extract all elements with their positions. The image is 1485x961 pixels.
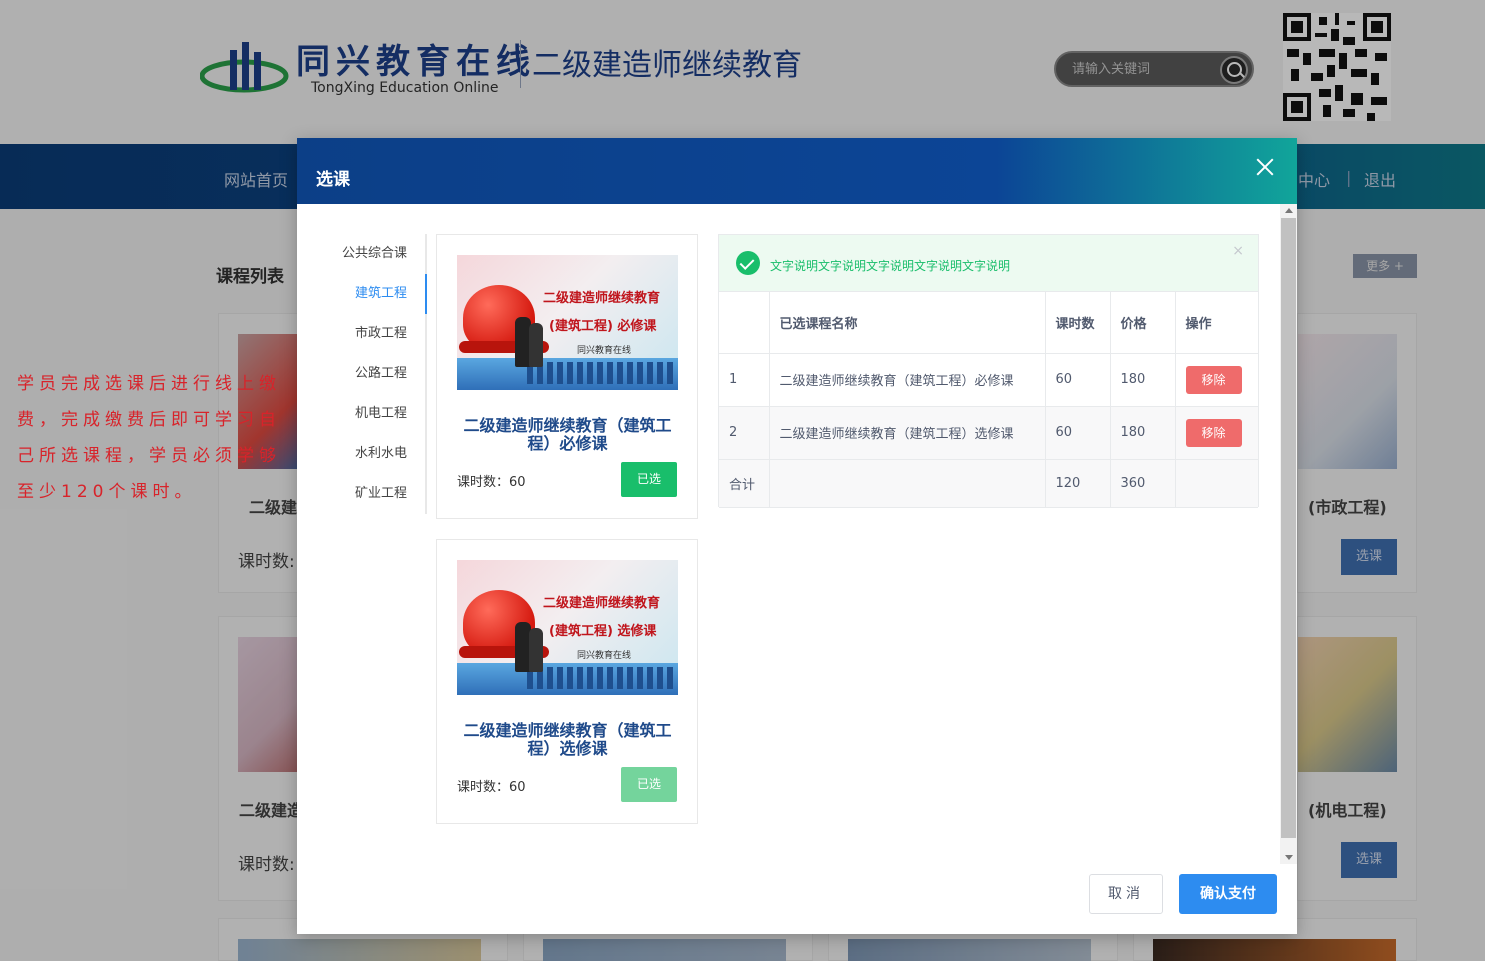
confirm-payment-button[interactable]: 确认支付: [1179, 874, 1277, 914]
category-item[interactable]: 水利水电: [327, 434, 425, 474]
instruction-annotation: 学员完成选课后进行线上缴费，完成缴费后即可学习自己所选课程，学员必须学够至少12…: [17, 374, 281, 502]
row-index: 2: [719, 406, 770, 460]
thumb-brand: 同兴教育在线: [577, 651, 632, 661]
category-item[interactable]: 公共综合课: [327, 234, 425, 274]
course-name: 二级建造师继续教育（建筑工程）必修课: [463, 416, 672, 453]
category-item-active[interactable]: 建筑工程: [327, 274, 427, 314]
modal-header: 选课: [297, 138, 1297, 204]
close-icon[interactable]: [1251, 154, 1279, 182]
course-thumbnail: 二级建造师继续教育 (建筑工程) 必修课 同兴教育在线: [457, 255, 678, 390]
table-row: 2 二级建造师继续教育（建筑工程）选修课 60 180 移除: [719, 406, 1258, 460]
alert-text: 文字说明文字说明文字说明文字说明文字说明: [770, 259, 1011, 273]
col-index: [719, 292, 770, 354]
thumb-skyline: [527, 362, 677, 384]
table-total-row: 合计 120 360: [719, 459, 1258, 508]
thumb-skyline: [527, 667, 677, 689]
col-course-name: 已选课程名称: [769, 292, 1046, 354]
col-hours: 课时数: [1045, 292, 1111, 354]
selected-button[interactable]: 已选: [621, 767, 677, 802]
total-empty: [769, 459, 1046, 508]
row-course-name: 二级建造师继续教育（建筑工程）必修课: [769, 353, 1046, 407]
worker-figure: [529, 628, 543, 672]
course-hours: 课时数：60: [457, 475, 526, 490]
thumb-subtitle: (建筑工程) 必修课: [549, 319, 657, 334]
row-hours: 60: [1045, 353, 1111, 407]
thumb-title: 二级建造师继续教育: [543, 596, 661, 611]
course-thumbnail: 二级建造师继续教育 (建筑工程) 选修课 同兴教育在线: [457, 560, 678, 695]
thumb-subtitle: (建筑工程) 选修课: [549, 624, 657, 639]
course-card: 二级建造师继续教育 (建筑工程) 必修课 同兴教育在线 二级建造师继续教育（建筑…: [436, 234, 698, 519]
total-label: 合计: [719, 459, 770, 508]
table-header-row: 已选课程名称 课时数 价格 操作: [719, 292, 1258, 354]
selected-courses-table: 已选课程名称 课时数 价格 操作 1 二级建造师继续教育（建筑工程）必修课 60…: [719, 292, 1258, 508]
selected-courses-panel: 文字说明文字说明文字说明文字说明文字说明 × 已选课程名称 课时数 价格 操作 …: [718, 234, 1259, 508]
row-index: 1: [719, 353, 770, 407]
category-item[interactable]: 公路工程: [327, 354, 425, 394]
selected-button[interactable]: 已选: [621, 462, 677, 497]
course-hours: 课时数：60: [457, 780, 526, 795]
total-price: 360: [1110, 459, 1176, 508]
category-item[interactable]: 矿业工程: [327, 474, 425, 514]
thumb-title: 二级建造师继续教育: [543, 291, 661, 306]
row-price: 180: [1110, 353, 1176, 407]
course-card: 二级建造师继续教育 (建筑工程) 选修课 同兴教育在线 二级建造师继续教育（建筑…: [436, 539, 698, 824]
course-selection-modal: 选课 公共综合课 建筑工程 市政工程 公路工程 机电工程 水利水电 矿业工程 二…: [297, 138, 1297, 934]
check-circle-icon: [736, 251, 760, 275]
cancel-button[interactable]: 取消: [1089, 874, 1163, 914]
worker-figure: [529, 323, 543, 367]
scroll-thumb[interactable]: [1281, 218, 1296, 838]
category-list: 公共综合课 建筑工程 市政工程 公路工程 机电工程 水利水电 矿业工程: [327, 234, 427, 514]
remove-button[interactable]: 移除: [1185, 418, 1242, 447]
modal-scrollbar[interactable]: [1280, 204, 1297, 864]
row-course-name: 二级建造师继续教育（建筑工程）选修课: [769, 406, 1046, 460]
col-price: 价格: [1110, 292, 1176, 354]
table-row: 1 二级建造师继续教育（建筑工程）必修课 60 180 移除: [719, 353, 1258, 407]
row-action: 移除: [1175, 353, 1258, 407]
total-empty: [1175, 459, 1258, 508]
col-action: 操作: [1175, 292, 1258, 354]
row-price: 180: [1110, 406, 1176, 460]
row-hours: 60: [1045, 406, 1111, 460]
info-alert: 文字说明文字说明文字说明文字说明文字说明 ×: [719, 235, 1258, 292]
remove-button[interactable]: 移除: [1185, 365, 1242, 394]
category-item[interactable]: 市政工程: [327, 314, 425, 354]
scroll-up-arrow-icon[interactable]: [1285, 208, 1293, 213]
total-hours: 120: [1045, 459, 1111, 508]
alert-close-icon[interactable]: ×: [1232, 243, 1244, 259]
course-name: 二级建造师继续教育（建筑工程）选修课: [463, 721, 672, 758]
scroll-down-arrow-icon[interactable]: [1285, 855, 1293, 860]
thumb-brand: 同兴教育在线: [577, 346, 632, 356]
category-item[interactable]: 机电工程: [327, 394, 425, 434]
row-action: 移除: [1175, 406, 1258, 460]
modal-title: 选课: [316, 170, 350, 190]
